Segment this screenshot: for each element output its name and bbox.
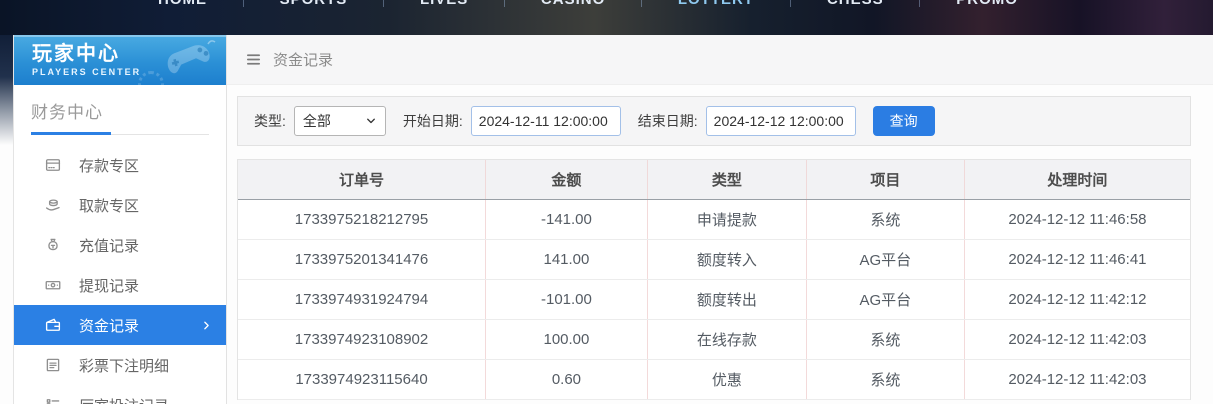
sidebar-item-label: 充值记录 xyxy=(79,237,140,255)
table-cell: 优惠 xyxy=(646,359,807,400)
table-row: 1733975218212795 -141.00 申请提款 系统 2024-12-12 … xyxy=(238,199,1190,240)
nav-divider xyxy=(641,0,643,7)
chevron-right-icon xyxy=(200,319,213,332)
table-cell: -101.00 xyxy=(485,279,648,320)
table-cell: 1733975201341476 xyxy=(238,239,486,280)
sidebar-header: 玩家中心 PLAYERS CENTER xyxy=(14,35,226,85)
table-header-row: 订单号 金额 类型 项目 处理时间 xyxy=(238,160,1190,200)
table-cell: -141.00 xyxy=(485,199,648,240)
sidebar: 玩家中心 PLAYERS CENTER 财务中心 存款专区取款专区充值记录提现记… xyxy=(13,35,227,404)
section-underline xyxy=(31,132,209,135)
sidebar-item-withdraw-hand[interactable]: 取款专区 xyxy=(14,185,226,225)
type-select-value: 全部 xyxy=(302,113,331,129)
nav-item-chess[interactable]: CHESS xyxy=(827,0,884,8)
nav-item-sports[interactable]: SPORTS xyxy=(280,0,348,8)
banner-fade-strip xyxy=(0,35,13,145)
nav-item-home[interactable]: HOME xyxy=(158,0,207,8)
sidebar-item-funds-record[interactable]: 资金记录 xyxy=(14,305,226,345)
table-cell: 141.00 xyxy=(485,239,648,280)
table-cell: 1733974923115640 xyxy=(238,359,486,400)
start-date-input[interactable] xyxy=(470,106,621,136)
sidebar-item-hall-bet[interactable]: 厅室投注记录 xyxy=(14,385,226,404)
hamburger-menu-icon[interactable] xyxy=(245,51,262,68)
sidebar-item-lottery-detail[interactable]: 彩票下注明细 xyxy=(14,345,226,385)
page-title: 资金记录 xyxy=(273,52,334,69)
table-cell: 申请提款 xyxy=(646,199,807,240)
deposit-card-icon xyxy=(44,156,62,174)
column-header: 类型 xyxy=(646,160,807,200)
end-date-label: 结束日期: xyxy=(637,113,698,129)
top-nav-banner: HOME SPORTS LIVES CASINO LOTTERY CHESS PROMO xyxy=(0,0,1213,35)
recharge-bag-icon xyxy=(44,236,62,254)
breadcrumb: 资金记录 xyxy=(227,35,1213,85)
lottery-detail-icon xyxy=(44,356,62,374)
table-cell: AG平台 xyxy=(805,279,965,320)
players-center-page: HOME SPORTS LIVES CASINO LOTTERY CHESS PROMO 玩… xyxy=(0,0,1213,404)
nav-item-casino[interactable]: CASINO xyxy=(541,0,605,8)
sidebar-item-label: 厅室投注记录 xyxy=(79,395,169,404)
table-row: 1733974931924794 -101.00 额度转出 AG平台 2024-12-1… xyxy=(238,279,1190,320)
chevron-down-icon xyxy=(365,115,377,127)
table-row: 1733975201341476 141.00 额度转入 AG平台 2024-12-12… xyxy=(238,239,1190,280)
nav-divider xyxy=(504,0,506,7)
start-date-label: 开始日期: xyxy=(402,113,463,129)
table-cell: 1733974931924794 xyxy=(238,279,486,320)
table-cell: 系统 xyxy=(805,319,965,360)
column-header: 订单号 xyxy=(238,160,486,200)
nav-divider xyxy=(790,0,792,7)
sidebar-menu: 存款专区取款专区充值记录提现记录资金记录彩票下注明细厅室投注记录 xyxy=(14,145,226,404)
section-title: 财务中心 xyxy=(31,103,103,122)
column-header: 项目 xyxy=(805,160,965,200)
funds-record-icon xyxy=(44,316,62,334)
table-cell: 2024-12-12 11:46:41 xyxy=(963,239,1190,280)
column-header: 金额 xyxy=(485,160,648,200)
search-button[interactable]: 查询 xyxy=(872,106,935,136)
table-row: 1733974923108902 100.00 在线存款 系统 2024-12-12 1… xyxy=(238,319,1190,360)
nav-item-lottery[interactable]: LOTTERY xyxy=(678,0,754,8)
table-cell: AG平台 xyxy=(805,239,965,280)
withdraw-hand-icon xyxy=(44,196,62,214)
column-header: 处理时间 xyxy=(963,160,1190,200)
table-row: 1733974923115640 0.60 优惠 系统 2024-12-12 11:42… xyxy=(238,359,1190,400)
funds-table: 订单号 金额 类型 项目 处理时间 1733975218212795 -141.00 申请提… xyxy=(237,159,1191,400)
sidebar-item-label: 资金记录 xyxy=(79,317,140,335)
nav-item-promo[interactable]: PROMO xyxy=(956,0,1018,8)
sidebar-section: 财务中心 xyxy=(14,85,226,135)
table-cell: 2024-12-12 11:42:12 xyxy=(963,279,1190,320)
cash-note-icon xyxy=(44,276,62,294)
table-cell: 系统 xyxy=(805,199,965,240)
sidebar-item-label: 提现记录 xyxy=(79,277,140,295)
sidebar-item-recharge-bag[interactable]: 充值记录 xyxy=(14,225,226,265)
nav-divider xyxy=(383,0,385,7)
table-cell: 0.60 xyxy=(485,359,648,400)
sidebar-item-cash-note[interactable]: 提现记录 xyxy=(14,265,226,305)
table-cell: 额度转入 xyxy=(646,239,807,280)
sidebar-item-label: 存款专区 xyxy=(79,157,140,175)
table-cell: 系统 xyxy=(805,359,965,400)
sidebar-item-deposit-card[interactable]: 存款专区 xyxy=(14,145,226,185)
nav-divider xyxy=(919,0,921,7)
main-content: 资金记录 类型: 全部 开始日期: 结束日期: 查询 订单号金额类型项目处理时间 xyxy=(227,35,1213,404)
sidebar-item-label: 彩票下注明细 xyxy=(79,357,170,375)
table-cell: 在线存款 xyxy=(646,319,807,360)
table-cell: 2024-12-12 11:42:03 xyxy=(963,319,1190,360)
main-nav: HOME SPORTS LIVES CASINO LOTTERY CHESS PROMO xyxy=(158,0,1018,8)
table-cell: 2024-12-12 11:46:58 xyxy=(963,199,1190,240)
table-cell: 额度转出 xyxy=(646,279,807,320)
type-select[interactable]: 全部 xyxy=(293,106,386,136)
end-date-input[interactable] xyxy=(705,106,856,136)
gamepad-icon xyxy=(167,40,216,74)
table-cell: 1733975218212795 xyxy=(238,199,486,240)
nav-item-lives[interactable]: LIVES xyxy=(420,0,468,8)
filter-panel: 类型: 全部 开始日期: 结束日期: 查询 xyxy=(237,96,1191,146)
hall-bet-icon xyxy=(44,396,62,404)
sidebar-item-label: 取款专区 xyxy=(79,197,140,215)
type-label: 类型: xyxy=(254,113,286,129)
table-cell: 2024-12-12 11:42:03 xyxy=(963,359,1190,400)
nav-divider xyxy=(242,0,244,7)
table-cell: 100.00 xyxy=(485,319,648,360)
table-cell: 1733974923108902 xyxy=(238,319,486,360)
